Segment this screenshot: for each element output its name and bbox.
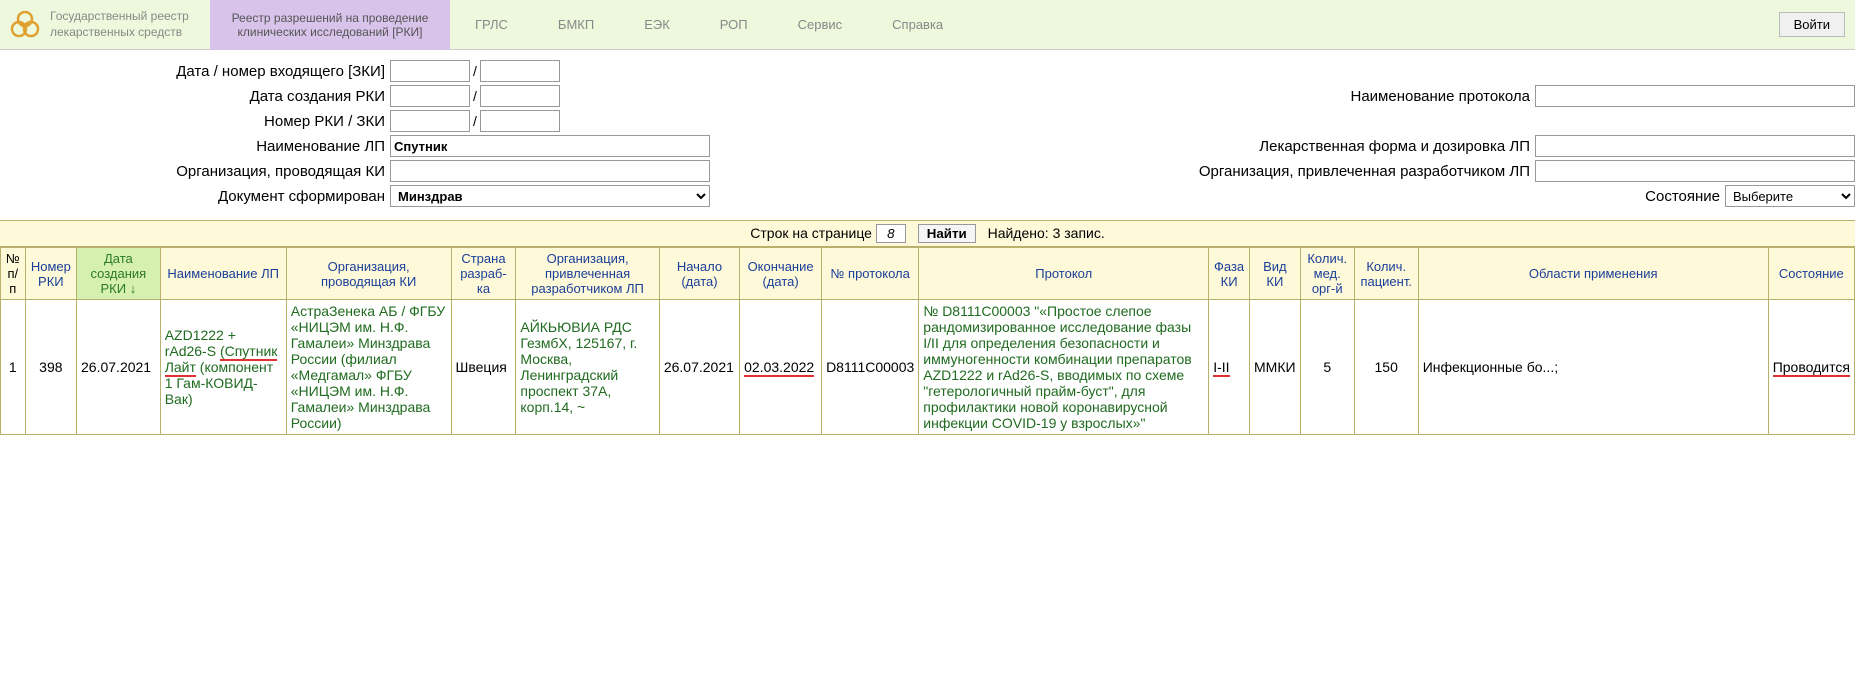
created-num-input[interactable] xyxy=(480,85,560,107)
cell-patients: 150 xyxy=(1354,300,1418,435)
col-phase[interactable]: Фаза КИ xyxy=(1209,248,1250,300)
col-country[interactable]: Страна разраб-ка xyxy=(451,248,516,300)
col-patients[interactable]: Колич. пациент. xyxy=(1354,248,1418,300)
doc-select[interactable]: Минздрав xyxy=(390,185,710,207)
col-protocol[interactable]: Протокол xyxy=(919,248,1209,300)
nav-eek[interactable]: ЕЭК xyxy=(619,17,695,32)
label-lp: Наименование ЛП xyxy=(0,138,390,155)
cell-type: ММКИ xyxy=(1250,300,1301,435)
filter-panel: Дата / номер входящего [ЗКИ] / Дата созд… xyxy=(0,50,1855,220)
login-button[interactable]: Войти xyxy=(1779,12,1845,37)
label-devorg: Организация, привлеченная разработчиком … xyxy=(740,163,1535,180)
label-form: Лекарственная форма и дозировка ЛП xyxy=(740,138,1535,155)
col-start[interactable]: Начало (дата) xyxy=(659,248,739,300)
nav-rop[interactable]: РОП xyxy=(695,17,773,32)
cell-end: 02.03.2022 xyxy=(740,300,822,435)
cell-idx: 1 xyxy=(1,300,26,435)
lp-name-input[interactable] xyxy=(390,135,710,157)
nav-bmkp[interactable]: БМКП xyxy=(533,17,619,32)
cell-proto-num: D8111C00003 xyxy=(822,300,919,435)
col-state[interactable]: Состояние xyxy=(1768,248,1854,300)
col-orgs-count[interactable]: Колич. мед. орг-й xyxy=(1300,248,1354,300)
found-label: Найдено: 3 запис. xyxy=(988,225,1105,241)
incoming-num-input[interactable] xyxy=(480,60,560,82)
form-input[interactable] xyxy=(1535,135,1855,157)
col-created[interactable]: Дата создания РКИ ↓ xyxy=(77,248,161,300)
label-created: Дата создания РКИ xyxy=(0,88,390,105)
cell-state: Проводится xyxy=(1768,300,1854,435)
cell-orgs-count: 5 xyxy=(1300,300,1354,435)
nav-help[interactable]: Справка xyxy=(867,17,968,32)
cell-lp: AZD1222 + rAd26-S (Спутник Лайт (компоне… xyxy=(160,300,286,435)
col-proto-num[interactable]: № протокола xyxy=(822,248,919,300)
cell-start: 26.07.2021 xyxy=(659,300,739,435)
site-title: Государственный реестр лекарственных сре… xyxy=(50,9,210,40)
results-table: № п/п Номер РКИ Дата создания РКИ ↓ Наим… xyxy=(0,247,1855,435)
sort-down-icon: ↓ xyxy=(130,281,137,296)
nav-service[interactable]: Сервис xyxy=(773,17,868,32)
col-end[interactable]: Окончание (дата) xyxy=(740,248,822,300)
rows-label: Строк на странице xyxy=(750,225,872,241)
state-select[interactable]: Выберите xyxy=(1725,185,1855,207)
nav-grls[interactable]: ГРЛС xyxy=(450,17,533,32)
tab-active-rki[interactable]: Реестр разрешений на проведение клиничес… xyxy=(210,0,450,50)
col-idx[interactable]: № п/п xyxy=(1,248,26,300)
rki-num-input[interactable] xyxy=(390,110,470,132)
find-button[interactable]: Найти xyxy=(918,224,976,243)
label-doc: Документ сформирован xyxy=(0,188,390,205)
col-type[interactable]: Вид КИ xyxy=(1250,248,1301,300)
results-toolbar: Строк на странице Найти Найдено: 3 запис… xyxy=(0,220,1855,247)
label-state: Состояние xyxy=(740,188,1725,205)
col-devorg[interactable]: Организация, привлеченная разработчиком … xyxy=(516,248,659,300)
cell-devorg: АЙКЬЮВИА РДС ГезмбХ, 125167, г. Москва, … xyxy=(516,300,659,435)
zki-num-input[interactable] xyxy=(480,110,560,132)
col-num[interactable]: Номер РКИ xyxy=(25,248,76,300)
table-header-row: № п/п Номер РКИ Дата создания РКИ ↓ Наим… xyxy=(1,248,1855,300)
label-org: Организация, проводящая КИ xyxy=(0,163,390,180)
label-num: Номер РКИ / ЗКИ xyxy=(0,113,390,130)
logo-icon xyxy=(5,5,45,45)
cell-country: Швеция xyxy=(451,300,516,435)
col-org[interactable]: Организация, проводящая КИ xyxy=(286,248,451,300)
created-date-input[interactable] xyxy=(390,85,470,107)
label-incoming: Дата / номер входящего [ЗКИ] xyxy=(0,63,390,80)
top-bar: Государственный реестр лекарственных сре… xyxy=(0,0,1855,50)
proto-input[interactable] xyxy=(1535,85,1855,107)
col-lp[interactable]: Наименование ЛП xyxy=(160,248,286,300)
cell-area: Инфекционные бо...; xyxy=(1418,300,1768,435)
org-input[interactable] xyxy=(390,160,710,182)
table-row[interactable]: 1 398 26.07.2021 AZD1222 + rAd26-S (Спут… xyxy=(1,300,1855,435)
devorg-input[interactable] xyxy=(1535,160,1855,182)
cell-created: 26.07.2021 xyxy=(77,300,161,435)
cell-phase: I-II xyxy=(1209,300,1250,435)
cell-num: 398 xyxy=(25,300,76,435)
label-proto: Наименование протокола xyxy=(740,88,1535,105)
col-area[interactable]: Области применения xyxy=(1418,248,1768,300)
incoming-date-input[interactable] xyxy=(390,60,470,82)
cell-protocol: № D8111C00003 "«Простое слепое рандомизи… xyxy=(919,300,1209,435)
cell-org: АстраЗенека АБ / ФГБУ «НИЦЭМ им. Н.Ф. Га… xyxy=(286,300,451,435)
rows-per-page-input[interactable] xyxy=(876,224,906,243)
